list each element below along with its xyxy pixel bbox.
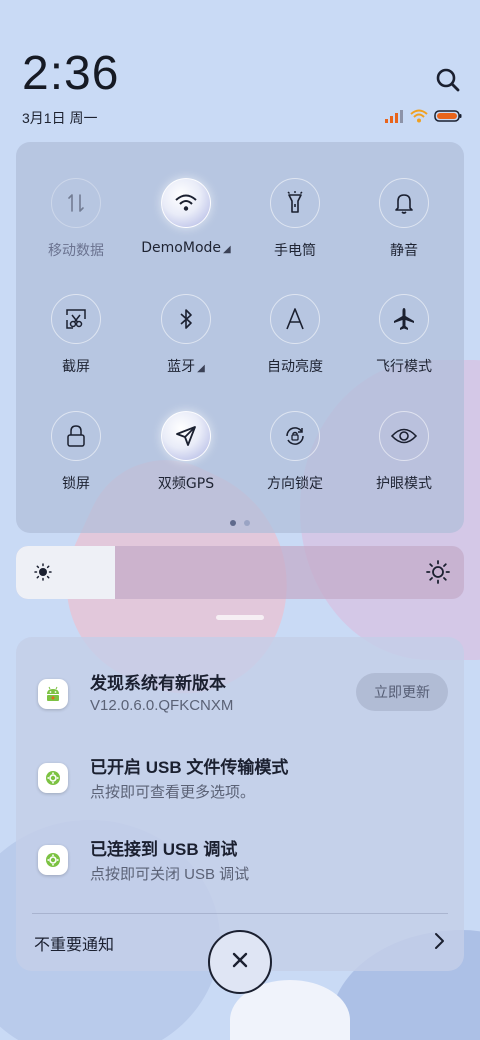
tile-screenshot[interactable]: 截屏 <box>21 294 131 376</box>
tile-eye-care[interactable]: 护眼模式 <box>349 411 459 493</box>
notification-usb-debugging[interactable]: 已连接到 USB 调试 点按即可关闭 USB 调试 <box>16 835 464 895</box>
date: 3月1日 周一 <box>22 110 98 126</box>
system-icons <box>384 108 462 127</box>
gps-icon <box>161 411 211 461</box>
airplane-icon <box>379 294 429 344</box>
bell-icon <box>379 178 429 228</box>
search-icon[interactable] <box>434 66 462 94</box>
expand-icon[interactable]: ◢ <box>197 363 205 374</box>
auto-brightness-icon <box>270 294 320 344</box>
signal-icon <box>384 108 404 127</box>
android-update-icon <box>38 679 68 709</box>
brightness-low-icon <box>34 563 52 585</box>
brightness-fill <box>16 546 115 599</box>
page-dot[interactable] <box>230 520 236 526</box>
update-now-button[interactable]: 立即更新 <box>356 673 448 711</box>
tile-mute[interactable]: 静音 <box>349 178 459 260</box>
brightness-slider[interactable] <box>16 546 464 599</box>
android-settings-icon <box>38 845 68 875</box>
mobile-data-icon <box>51 178 101 228</box>
tile-bluetooth[interactable]: 蓝牙 ◢ <box>131 294 241 376</box>
tile-flashlight[interactable]: 手电筒 <box>240 178 350 260</box>
flashlight-icon <box>270 178 320 228</box>
notification-panel: 发现系统有新版本 V12.0.6.0.QFKCNXM 立即更新 已开启 USB … <box>16 637 464 971</box>
close-icon <box>230 950 250 974</box>
tile-auto-brightness[interactable]: 自动亮度 <box>240 294 350 376</box>
notification-usb-transfer[interactable]: 已开启 USB 文件传输模式 点按即可查看更多选项。 <box>16 753 464 813</box>
divider <box>32 913 448 914</box>
rotation-lock-icon <box>270 411 320 461</box>
tile-gps[interactable]: 双频GPS <box>131 411 241 493</box>
android-settings-icon <box>38 763 68 793</box>
expand-icon[interactable]: ◢ <box>223 244 231 255</box>
tile-rotation-lock[interactable]: 方向锁定 <box>240 411 350 493</box>
brightness-high-icon <box>426 560 450 588</box>
tile-mobile-data[interactable]: 移动数据 <box>21 178 131 260</box>
clear-notifications-button[interactable] <box>208 930 272 994</box>
screenshot-icon <box>51 294 101 344</box>
notification-system-update[interactable]: 发现系统有新版本 V12.0.6.0.QFKCNXM 立即更新 <box>16 669 464 729</box>
page-indicator <box>16 520 464 526</box>
battery-icon <box>434 108 462 127</box>
wifi-icon <box>161 178 211 228</box>
wifi-status-icon <box>410 108 428 127</box>
bluetooth-icon <box>161 294 211 344</box>
lock-icon <box>51 411 101 461</box>
chevron-right-icon[interactable] <box>434 931 446 955</box>
clock: 2:36 <box>22 47 120 100</box>
tile-airplane[interactable]: 飞行模式 <box>349 294 459 376</box>
drag-handle[interactable] <box>216 615 264 620</box>
unimportant-notifications-link[interactable]: 不重要通知 <box>34 931 114 955</box>
eye-icon <box>379 411 429 461</box>
quick-settings-panel: 移动数据 DemoMode ◢ 手电筒 静音 截屏 蓝牙 ◢ 自动亮度 飞行模式… <box>16 142 464 533</box>
page-dot[interactable] <box>244 520 250 526</box>
tile-lock-screen[interactable]: 锁屏 <box>21 411 131 493</box>
tile-wifi[interactable]: DemoMode ◢ <box>131 178 241 256</box>
